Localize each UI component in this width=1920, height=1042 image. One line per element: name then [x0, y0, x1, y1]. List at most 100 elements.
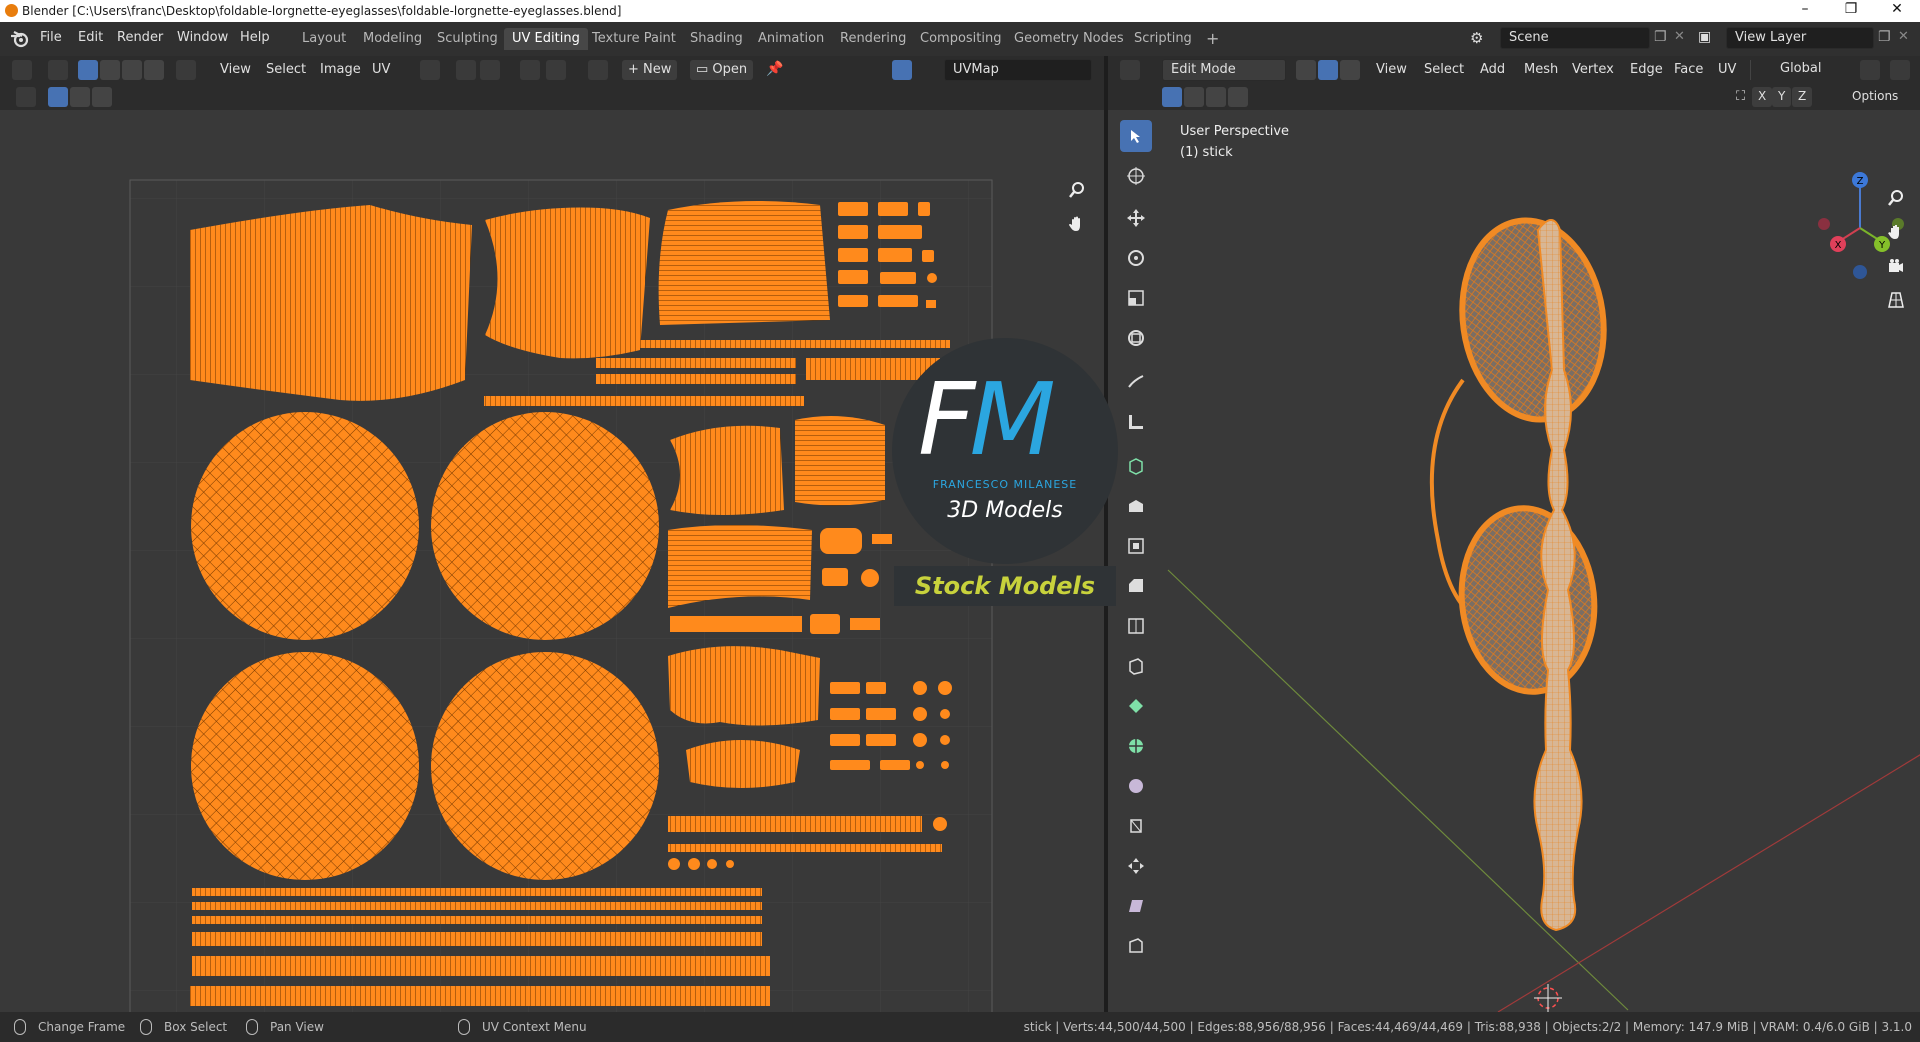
view-layer-icon[interactable]: ▣ [1698, 29, 1711, 45]
new-image-button[interactable]: + New [622, 60, 678, 80]
uv-canvas[interactable] [0, 110, 1104, 1012]
rotate-icon[interactable] [1120, 242, 1152, 274]
zoom-icon[interactable] [1063, 176, 1091, 204]
mode-selector[interactable]: Edit Mode [1162, 59, 1286, 81]
uv-strip[interactable] [192, 888, 762, 896]
scene-field[interactable]: Scene [1500, 27, 1650, 49]
annotate-icon[interactable] [1120, 366, 1152, 398]
tab-texture-paint[interactable]: Texture Paint [584, 28, 684, 50]
rip-region-icon[interactable] [1120, 930, 1152, 962]
mode-new-icon[interactable] [48, 87, 68, 107]
menu-face[interactable]: Face [1668, 60, 1709, 80]
grid-icon[interactable] [1882, 286, 1910, 314]
uv-island[interactable] [668, 525, 812, 608]
uv-strip[interactable] [192, 932, 762, 946]
measure-icon[interactable] [1120, 406, 1152, 438]
menu-edge[interactable]: Edge [1624, 60, 1669, 80]
uv-strip[interactable] [668, 844, 942, 852]
uv-lens-island[interactable] [431, 652, 659, 880]
uv-lens-island[interactable] [191, 412, 419, 640]
snap-icon[interactable] [1890, 60, 1910, 80]
uv-island[interactable] [670, 425, 784, 515]
scale-icon[interactable] [1120, 282, 1152, 314]
options-dropdown[interactable]: Options [1846, 87, 1904, 107]
uv-strip[interactable] [668, 816, 922, 832]
mode-extend-icon[interactable] [70, 87, 90, 107]
uv-strip[interactable] [192, 956, 770, 976]
select-tool-icon[interactable] [16, 87, 36, 107]
transform-icon[interactable] [1120, 322, 1152, 354]
tab-shading[interactable]: Shading [682, 28, 751, 50]
mirror-y-toggle[interactable]: Y [1772, 87, 1792, 107]
add-cube-icon[interactable] [1120, 450, 1152, 482]
maximize-button[interactable]: ❐ [1828, 1, 1874, 21]
tab-scripting[interactable]: Scripting [1126, 28, 1200, 50]
edge-select-icon[interactable] [100, 60, 120, 80]
pin-icon[interactable]: 📌 [766, 61, 783, 77]
menu-vertex[interactable]: Vertex [1566, 60, 1620, 80]
add-workspace-button[interactable]: + [1198, 26, 1227, 48]
hand-pan-icon[interactable] [1063, 210, 1091, 238]
camera-icon[interactable] [1882, 252, 1910, 280]
view-layer-field[interactable]: View Layer [1726, 27, 1874, 49]
menu-image[interactable]: Image [314, 60, 367, 80]
snap-icon[interactable] [456, 60, 476, 80]
move-icon[interactable] [1120, 202, 1152, 234]
uv-lens-island[interactable] [191, 652, 419, 880]
uv-strip[interactable] [596, 358, 796, 368]
edge-select-icon[interactable] [1318, 60, 1338, 80]
tab-layout[interactable]: Layout [294, 28, 354, 50]
tab-modeling[interactable]: Modeling [355, 28, 430, 50]
uv-strip[interactable] [192, 902, 762, 910]
pivot-icon[interactable] [420, 60, 440, 80]
vertex-select-icon[interactable] [78, 60, 98, 80]
image-browse-icon[interactable] [588, 60, 608, 80]
lower-lens[interactable] [1453, 502, 1604, 699]
uv-island[interactable] [795, 416, 885, 506]
edge-slide-icon[interactable] [1120, 810, 1152, 842]
uv-island[interactable] [686, 740, 800, 788]
new-scene-icon[interactable]: ❐ [1654, 29, 1667, 45]
face-select-icon[interactable] [1340, 60, 1360, 80]
menu-window[interactable]: Window [177, 30, 228, 45]
select-box-icon[interactable] [1120, 120, 1152, 152]
menu-view[interactable]: View [1370, 60, 1413, 80]
tab-geometry-nodes[interactable]: Geometry Nodes [1006, 28, 1132, 50]
mode-extend-icon[interactable] [1184, 87, 1204, 107]
hand-pan-icon[interactable] [1882, 218, 1910, 246]
uv-strip[interactable] [192, 916, 762, 924]
new-view-layer-icon[interactable]: ❐ [1878, 29, 1891, 45]
vertex-select-icon[interactable] [1296, 60, 1316, 80]
uv-island[interactable] [668, 646, 820, 726]
close-button[interactable]: ✕ [1874, 1, 1920, 21]
smooth-icon[interactable] [1120, 770, 1152, 802]
menu-select[interactable]: Select [1418, 60, 1470, 80]
snap-target-icon[interactable] [480, 60, 500, 80]
menu-uv[interactable]: UV [366, 60, 396, 80]
menu-add[interactable]: Add [1474, 60, 1511, 80]
blender-logo-icon[interactable] [10, 30, 30, 48]
uv-layout-view[interactable] [0, 110, 1104, 1012]
sync-selection-icon[interactable] [48, 60, 68, 80]
uv-overlay-icon[interactable] [892, 60, 912, 80]
editor-type-icon[interactable] [1120, 60, 1140, 80]
uv-lens-island[interactable] [431, 412, 659, 640]
minimize-button[interactable]: – [1782, 1, 1828, 21]
mode-subtract-icon[interactable] [1206, 87, 1226, 107]
shrink-fatten-icon[interactable] [1120, 850, 1152, 882]
menu-render[interactable]: Render [117, 30, 163, 45]
extrude-icon[interactable] [1120, 490, 1152, 522]
poly-build-icon[interactable] [1120, 690, 1152, 722]
island-select-icon[interactable] [144, 60, 164, 80]
spin-icon[interactable] [1120, 730, 1152, 762]
knife-icon[interactable] [1120, 650, 1152, 682]
upper-lens[interactable] [1450, 211, 1616, 429]
uv-island[interactable] [485, 207, 650, 359]
tab-uv-editing[interactable]: UV Editing [504, 28, 588, 50]
viewport-scene[interactable]: Z Y X [1108, 110, 1920, 1012]
menu-help[interactable]: Help [240, 30, 270, 45]
mode-subtract-icon[interactable] [92, 87, 112, 107]
uv-strip[interactable] [620, 340, 950, 348]
mode-intersect-icon[interactable] [1228, 87, 1248, 107]
menu-edit[interactable]: Edit [78, 30, 103, 45]
